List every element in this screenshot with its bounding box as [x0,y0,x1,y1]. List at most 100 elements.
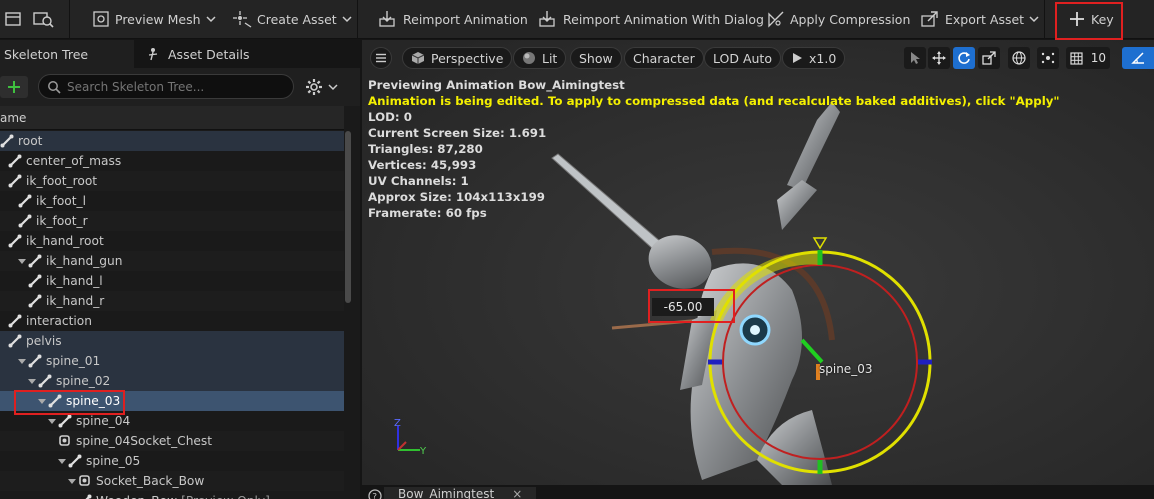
triangles-stat: Triangles: 87,280 [368,142,483,156]
surface-snap-button[interactable] [1037,47,1059,69]
expand-arrow-icon[interactable] [68,478,76,484]
add-socket-button[interactable] [0,76,28,98]
export-asset-button[interactable]: Export Asset [920,4,1045,34]
search-input[interactable] [67,79,287,94]
tree-row-spine-05[interactable]: spine_05 [0,451,344,471]
bone-icon [58,414,72,428]
tree-row-wooden-bow[interactable]: Wooden_Bow [Preview Only] [0,491,344,499]
tree-row-suffix: [Preview Only] [181,494,270,499]
tree-row-socket-back-bow[interactable]: Socket_Back_Bow [0,471,344,491]
bone-icon [8,334,22,348]
bone-icon [8,174,22,188]
expand-arrow-icon[interactable] [38,398,46,404]
panel-tabs: Skeleton Tree Asset Details [0,40,360,68]
lod-button[interactable]: LOD Auto [704,47,781,69]
export-icon [921,11,938,27]
socket-icon [58,434,72,448]
perspective-button[interactable]: Perspective [402,47,513,69]
play-rate-button[interactable]: x1.0 [782,47,846,69]
key-label: Key [1091,11,1114,27]
scale-mode-button[interactable] [978,47,1000,69]
chevron-down-icon [1029,16,1039,23]
chevron-down-icon [328,84,338,91]
tree-settings-button[interactable] [305,76,341,98]
skeleton-view-button[interactable] [4,4,27,34]
viewport-options-button[interactable] [370,47,392,69]
lit-button[interactable]: Lit [513,47,567,69]
tree-row-spine-03[interactable]: spine_03 [0,391,344,411]
key-button[interactable]: Key [1068,4,1114,34]
timeline-tab-label: Bow_Aimingtest [398,487,495,499]
find-in-browser-button[interactable] [32,4,59,34]
rotate-mode-button[interactable] [953,47,975,69]
axis-z-label: Z [394,418,401,429]
tree-row-interaction[interactable]: interaction [0,311,344,331]
reimport-icon [379,11,395,27]
expand-arrow-icon[interactable] [28,378,36,384]
angle-snap-button[interactable] [1122,47,1154,69]
tree-row-label: Wooden_Bow [96,494,177,499]
preview-mesh-label: Preview Mesh [115,11,201,27]
help-icon[interactable]: ? [368,489,382,499]
tab-skeleton-tree[interactable]: Skeleton Tree [0,40,134,68]
tree-row-root[interactable]: root [0,131,344,151]
grid-size-value: 10 [1090,51,1107,65]
bone-icon [18,194,32,208]
tree-row-pelvis[interactable]: pelvis [0,331,344,351]
previewing-text: Previewing Animation Bow_Aimingtest [368,78,625,92]
tree-row-label: spine_02 [56,374,111,388]
tree-row-ik-hand-root[interactable]: ik_hand_root [0,231,344,251]
tree-column-header[interactable]: ame [0,106,344,130]
apply-compression-button[interactable]: Apply Compression [765,4,910,34]
tree-row-spine-01[interactable]: spine_01 [0,351,344,371]
tree-scrollbar[interactable] [344,131,352,499]
axis-y-label: Y [419,446,427,457]
main-toolbar: Preview Mesh Create Asset Reimport Anima… [0,0,1154,40]
toolbar-separator [69,0,70,39]
tree-row-label: spine_05 [86,454,141,468]
create-asset-button[interactable]: Create Asset [232,4,358,34]
search-row [0,68,360,106]
plus-icon [1070,12,1084,26]
close-icon[interactable]: × [512,487,522,499]
select-mode-button[interactable] [904,47,926,69]
character-button[interactable]: Character [624,47,704,69]
vertices-stat: Vertices: 45,993 [368,158,477,172]
lit-sphere-icon [523,52,535,64]
tree-row-spine-04[interactable]: spine_04 [0,411,344,431]
tree-row-ik-hand-l[interactable]: ik_hand_l [0,271,344,291]
preview-mesh-button[interactable]: Preview Mesh [92,4,222,34]
screen-size-stat: Current Screen Size: 1.691 [368,126,547,140]
scroll-thumb[interactable] [345,131,351,303]
expand-arrow-icon[interactable] [58,458,66,464]
tree-row-label: ik_hand_r [46,294,105,308]
create-asset-icon [233,11,252,28]
tree-row-center-of-mass[interactable]: center_of_mass [0,151,344,171]
tab-asset-details[interactable]: Asset Details [138,40,298,68]
reimport-with-dialog-button[interactable]: Reimport Animation With Dialog [538,4,764,34]
tree-row-ik-foot-r[interactable]: ik_foot_r [0,211,344,231]
tree-row-ik-hand-r[interactable]: ik_hand_r [0,291,344,311]
expand-arrow-icon[interactable] [48,418,56,424]
grid-snap-button[interactable]: 10 [1066,47,1110,69]
expand-arrow-icon[interactable] [18,258,26,264]
bone-icon [78,494,92,499]
tree-row-ik-foot-l[interactable]: ik_foot_l [0,191,344,211]
viewport-stats-overlay: Previewing Animation Bow_Aimingtest Anim… [368,77,1060,221]
expand-arrow-icon[interactable] [18,358,26,364]
bottom-strip: ? Bow_Aimingtest × [362,485,1154,499]
play-icon [793,53,802,63]
reimport-animation-button[interactable]: Reimport Animation [378,4,528,34]
tree-row-ik-foot-root[interactable]: ik_foot_root [0,171,344,191]
tree-row-ik-hand-gun[interactable]: ik_hand_gun [0,251,344,271]
show-button[interactable]: Show [570,47,622,69]
timeline-tab[interactable]: Bow_Aimingtest × [384,487,537,499]
tree-row-label: interaction [26,314,92,328]
search-box[interactable] [38,74,294,99]
viewport[interactable]: Z Y Perspective Lit Show Character LOD A… [362,40,1154,485]
move-mode-button[interactable] [928,47,950,69]
tree-row-spine-02[interactable]: spine_02 [0,371,344,391]
tree-row-spine-04socket-chest[interactable]: spine_04Socket_Chest [0,431,344,451]
world-space-button[interactable] [1008,47,1030,69]
rotation-value-readout: -65.00 [652,298,714,316]
